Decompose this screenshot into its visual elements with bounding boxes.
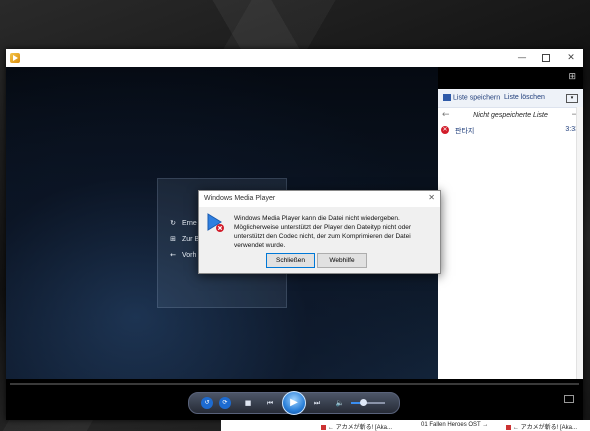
pane-header: ⊞ bbox=[438, 67, 583, 89]
option-library[interactable]: ⊞ Zur B bbox=[168, 233, 199, 245]
playlist-title: Nicht gespeicherte Liste bbox=[473, 112, 548, 119]
playlist-scrollbar[interactable] bbox=[576, 107, 583, 379]
repeat-button[interactable]: ⟳ bbox=[219, 397, 231, 409]
app-icon bbox=[321, 424, 326, 430]
previous-button[interactable]: ⏮ bbox=[263, 397, 277, 409]
media-error-icon bbox=[207, 213, 224, 232]
dialog-message: Windows Media Player kann die Datei nich… bbox=[234, 215, 412, 249]
switch-to-now-playing-icon[interactable] bbox=[564, 395, 574, 403]
switch-layout-icon[interactable]: ⊞ bbox=[568, 72, 576, 82]
dialog-close-button[interactable]: ✕ bbox=[428, 193, 435, 202]
dialog-titlebar[interactable]: Windows Media Player ✕ bbox=[199, 191, 440, 207]
arrow-left-icon: ← bbox=[170, 251, 176, 259]
next-button[interactable]: ⏭ bbox=[310, 397, 324, 409]
close-dialog-button[interactable]: Schließen bbox=[266, 253, 315, 268]
transport-controls: ↺ ⟳ ■ ⏮ ▶ ⏭ 🔈 bbox=[188, 391, 400, 415]
playback-control-bar: ↺ ⟳ ■ ⏮ ▶ ⏭ 🔈 bbox=[6, 379, 583, 420]
maximize-button[interactable] bbox=[534, 49, 558, 67]
volume-slider[interactable] bbox=[351, 399, 385, 406]
shuffle-button[interactable]: ↺ bbox=[201, 397, 213, 409]
option-retry-label: Erne bbox=[182, 220, 197, 227]
option-previous[interactable]: ← Vorh bbox=[168, 249, 196, 261]
media-player-app-icon[interactable] bbox=[10, 53, 20, 63]
app-icon bbox=[506, 424, 511, 430]
save-list-label: Liste speichern bbox=[453, 94, 501, 102]
taskbar-item[interactable]: ← アカメが斬る! [Aka... bbox=[321, 422, 392, 431]
save-list-button[interactable]: Liste speichern bbox=[443, 94, 500, 101]
refresh-icon: ↻ bbox=[170, 219, 176, 227]
grid-icon: ⊞ bbox=[170, 235, 176, 243]
option-previous-label: Vorh bbox=[182, 252, 197, 259]
list-item[interactable]: ✕ 판타지 3:33 bbox=[438, 125, 583, 137]
seek-bar[interactable] bbox=[10, 383, 579, 385]
taskbar-item-label: ← アカメが斬る! [Aka... bbox=[513, 425, 578, 431]
mute-button[interactable]: 🔈 bbox=[335, 397, 345, 409]
web-help-button[interactable]: Webhilfe bbox=[317, 253, 367, 268]
volume-handle[interactable] bbox=[359, 399, 367, 406]
taskbar-item[interactable]: ← アカメが斬る! [Aka... bbox=[506, 422, 577, 431]
close-button[interactable]: ✕ bbox=[559, 49, 583, 67]
playlist-toolbar: Liste speichern Liste löschen ▾ bbox=[438, 89, 583, 108]
floppy-disk-icon bbox=[443, 94, 451, 101]
list-options-icon[interactable]: ▾ bbox=[566, 94, 578, 103]
minimize-button[interactable]: — bbox=[510, 49, 534, 67]
error-dialog: Windows Media Player ✕ Windows Media Pla… bbox=[198, 190, 441, 274]
dialog-title: Windows Media Player bbox=[204, 195, 276, 202]
error-icon: ✕ bbox=[441, 126, 449, 134]
playlist-nav: ← Nicht gespeicherte Liste → bbox=[438, 108, 583, 124]
clear-list-button[interactable]: Liste löschen bbox=[504, 94, 545, 101]
taskbar: ← アカメが斬る! [Aka... 01 Fallen Heroes OST →… bbox=[221, 420, 590, 431]
window-titlebar[interactable]: — ✕ bbox=[6, 49, 583, 67]
playlist-pane: ⊞ Liste speichern Liste löschen ▾ ← Nich… bbox=[438, 67, 583, 379]
option-retry[interactable]: ↻ Erne bbox=[168, 217, 197, 229]
track-title: 판타지 bbox=[455, 128, 475, 135]
play-button[interactable]: ▶ bbox=[282, 391, 306, 415]
taskbar-item[interactable]: 01 Fallen Heroes OST → bbox=[421, 422, 488, 428]
option-library-label: Zur B bbox=[182, 236, 200, 243]
taskbar-item-label: ← アカメが斬る! [Aka... bbox=[328, 425, 393, 431]
stop-button[interactable]: ■ bbox=[243, 397, 253, 409]
maximize-icon bbox=[542, 53, 550, 62]
